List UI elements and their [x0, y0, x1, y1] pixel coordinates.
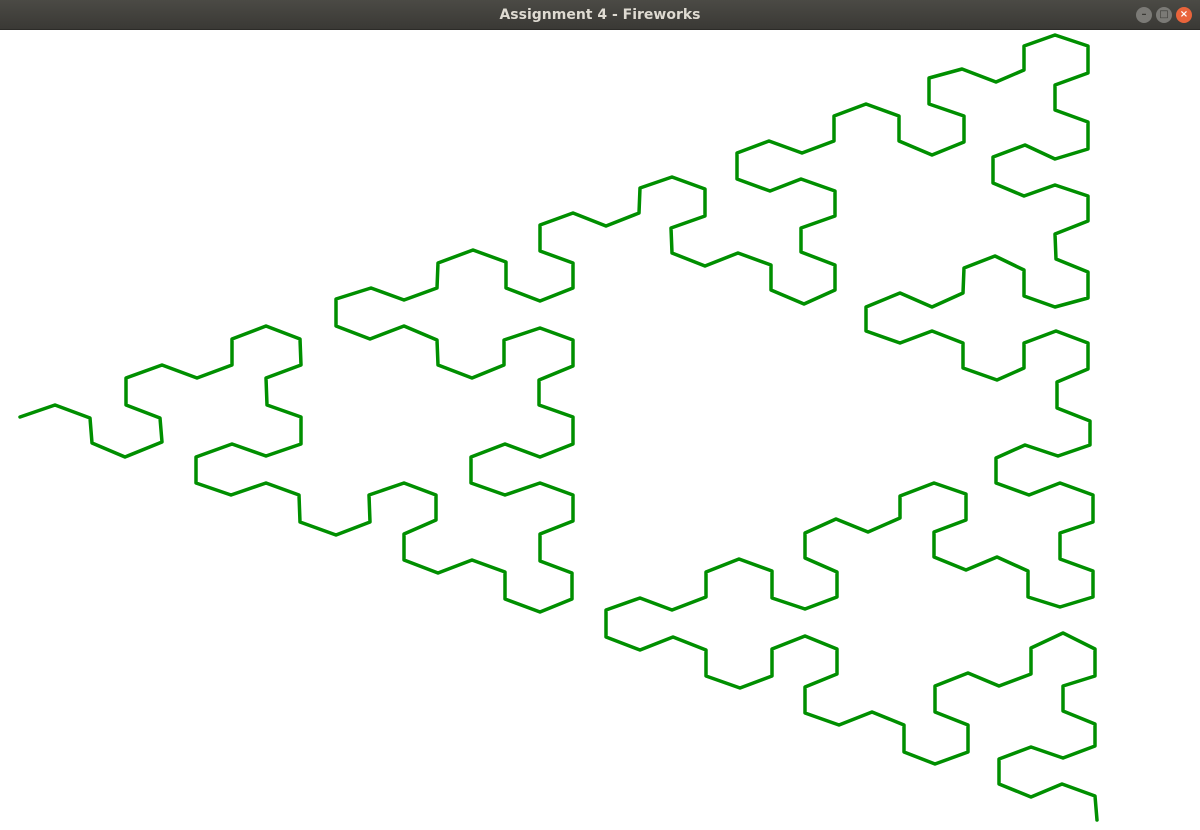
minimize-icon[interactable]: – — [1136, 7, 1152, 23]
app-window: Assignment 4 - Fireworks – □ × — [0, 0, 1200, 830]
fractal-curve — [18, 33, 1099, 822]
window-title: Assignment 4 - Fireworks — [499, 7, 701, 23]
maximize-icon[interactable]: □ — [1156, 7, 1172, 23]
fractal-drawing — [18, 33, 1099, 822]
window-controls: – □ × — [1136, 7, 1192, 23]
close-icon[interactable]: × — [1176, 7, 1192, 23]
drawing-canvas — [0, 30, 1200, 830]
title-bar[interactable]: Assignment 4 - Fireworks – □ × — [0, 0, 1200, 30]
